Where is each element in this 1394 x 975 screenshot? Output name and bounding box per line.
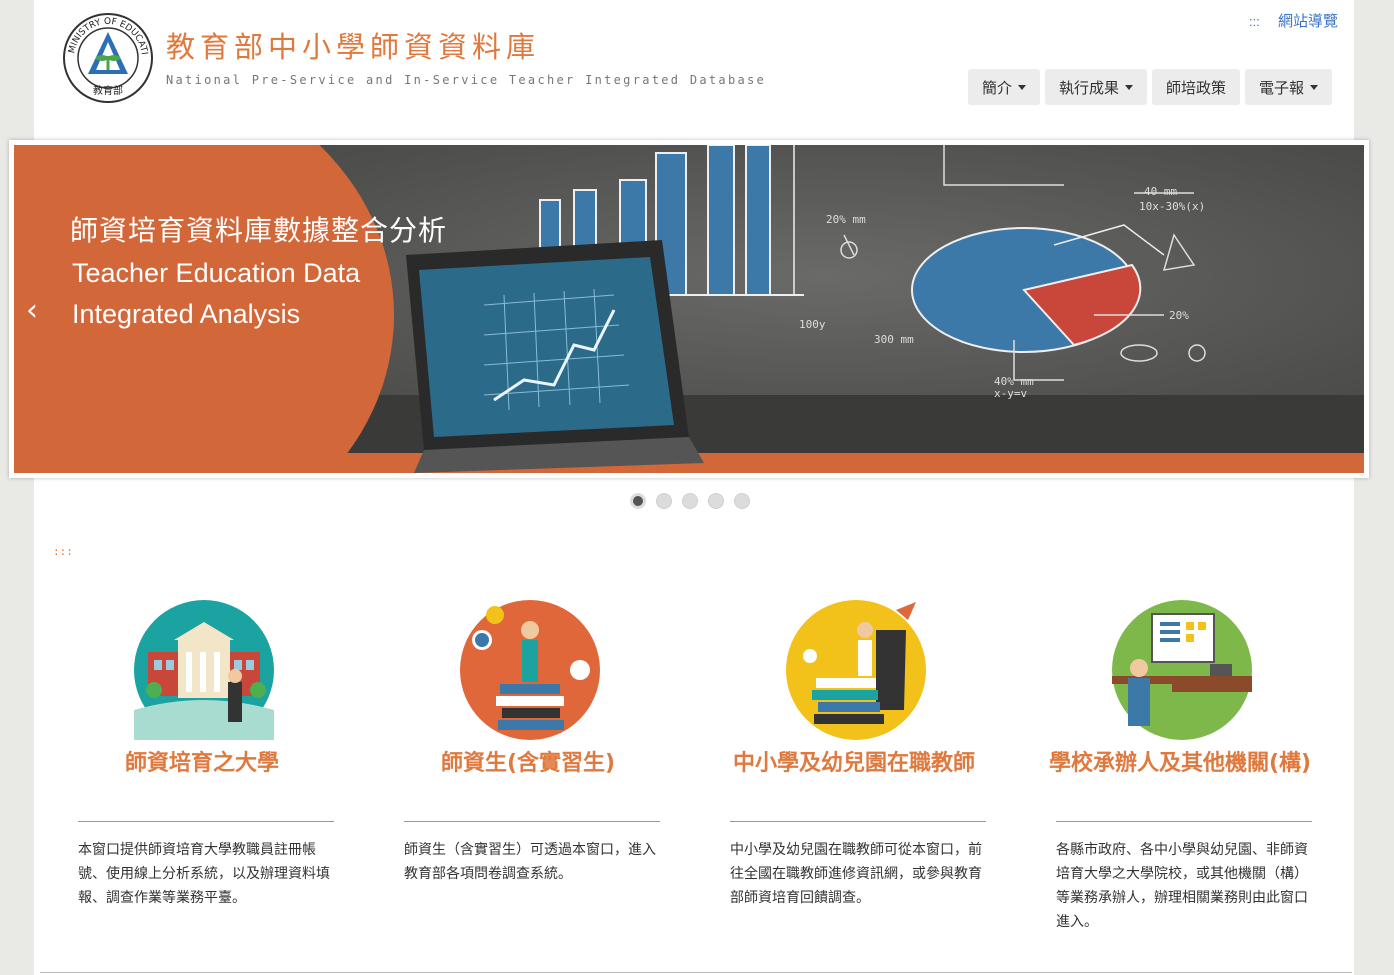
- card-description: 本窗口提供師資培育大學教職員註冊帳號、使用線上分析系統，以及辦理資料填報、調查作…: [78, 842, 330, 906]
- site-title[interactable]: 教育部中小學師資資料庫: [166, 24, 540, 66]
- banner-slide[interactable]: 40 mm 10x-30%(x) 20% 40% mm x-y=v 20% mm…: [14, 145, 1364, 473]
- card-title[interactable]: 師資培育之大學: [68, 746, 336, 782]
- divider: [404, 821, 660, 822]
- carousel-indicators: [630, 493, 750, 509]
- svg-text:教育部: 教育部: [93, 84, 123, 97]
- divider: [730, 821, 986, 822]
- carousel-prev-button[interactable]: ‹: [26, 293, 38, 328]
- accesskey-marker[interactable]: :::: [53, 545, 73, 558]
- main-nav: 簡介 執行成果 師培政策 電子報: [967, 69, 1332, 105]
- student-books-icon[interactable]: [460, 600, 600, 740]
- card-description: 師資生（含實習生）可透過本窗口，進入教育部各項問卷調查系統。: [404, 842, 656, 882]
- university-building-icon[interactable]: [134, 600, 274, 740]
- caret-down-icon: [1310, 84, 1318, 90]
- divider: [78, 821, 334, 822]
- svg-text:40 mm: 40 mm: [1144, 185, 1177, 198]
- svg-text:10x-30%(x): 10x-30%(x): [1139, 200, 1205, 213]
- nav-label: 執行成果: [1058, 78, 1119, 97]
- card-title[interactable]: 學校承辦人及其他機關(構): [1046, 746, 1314, 782]
- site-subtitle: National Pre-Service and In-Service Teac…: [166, 73, 767, 87]
- carousel-indicator-4[interactable]: [708, 493, 724, 509]
- banner-carousel[interactable]: 40 mm 10x-30%(x) 20% 40% mm x-y=v 20% mm…: [9, 140, 1369, 478]
- card-title[interactable]: 中小學及幼兒園在職教師: [720, 746, 988, 782]
- card-description: 各縣市政府、各中小學與幼兒園、非師資培育大學之大學院校，或其他機關（構）等業務承…: [1056, 842, 1308, 930]
- carousel-indicator-1[interactable]: [630, 493, 646, 509]
- nav-label: 師培政策: [1165, 78, 1226, 97]
- carousel-indicator-3[interactable]: [682, 493, 698, 509]
- accesskey-marker[interactable]: :::: [1249, 14, 1260, 29]
- footer-divider: [40, 972, 1352, 973]
- caret-down-icon: [1124, 84, 1133, 90]
- nav-intro-dropdown[interactable]: 簡介: [967, 69, 1040, 105]
- nav-results-dropdown[interactable]: 執行成果: [1044, 69, 1147, 105]
- nav-newsletter-dropdown[interactable]: 電子報: [1244, 69, 1332, 105]
- banner-title-en-line1: Teacher Education Data: [72, 258, 361, 288]
- carousel-indicator-2[interactable]: [656, 493, 672, 509]
- ministry-of-education-logo[interactable]: MINISTRY OF EDUCATION 教育部: [58, 5, 154, 104]
- classroom-presenter-icon[interactable]: [1112, 600, 1252, 740]
- nav-label: 簡介: [981, 78, 1012, 97]
- svg-text:20%: 20%: [1169, 309, 1189, 322]
- sitemap-link[interactable]: ::: 網站導覽: [1249, 10, 1338, 31]
- svg-text:300 mm: 300 mm: [874, 333, 914, 346]
- card-title[interactable]: 師資生(含實習生): [394, 746, 662, 782]
- carousel-indicator-5[interactable]: [734, 493, 750, 509]
- svg-text:100y: 100y: [799, 318, 826, 331]
- banner-title-en-line2: Integrated Analysis: [72, 299, 301, 329]
- banner-title-zh: 師資培育資料庫數據整合分析: [70, 214, 448, 247]
- teacher-books-rocket-icon[interactable]: [786, 600, 926, 740]
- divider: [1056, 821, 1312, 822]
- nav-label: 電子報: [1258, 78, 1304, 97]
- nav-policy-link[interactable]: 師培政策: [1151, 69, 1240, 105]
- svg-text:x-y=v: x-y=v: [994, 387, 1027, 400]
- card-description: 中小學及幼兒園在職教師可從本窗口，前往全國在職教師進修資訊網，或參與教育部師資培…: [730, 842, 982, 906]
- svg-text:20% mm: 20% mm: [826, 213, 866, 226]
- caret-down-icon: [1017, 84, 1026, 90]
- sitemap-label[interactable]: 網站導覽: [1278, 13, 1338, 30]
